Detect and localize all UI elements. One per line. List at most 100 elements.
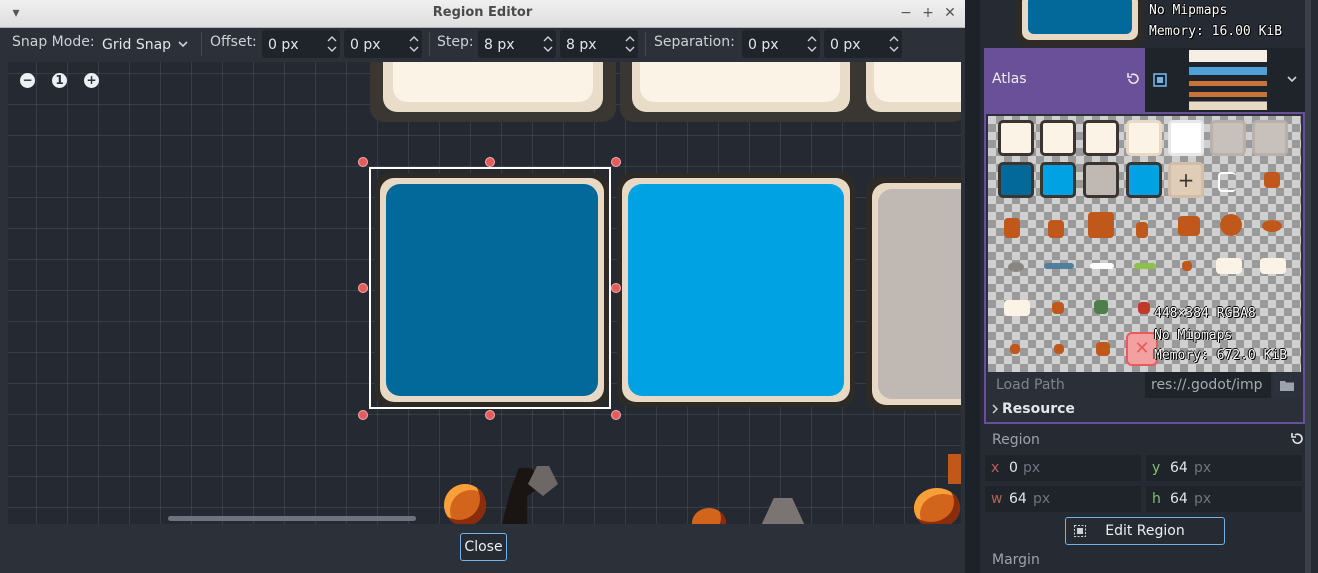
atlas-thumbnail: [1189, 50, 1267, 110]
resize-handle-top-left[interactable]: [359, 158, 367, 166]
maximize-button[interactable]: +: [918, 3, 938, 23]
load-path-field[interactable]: res://.godot/imp: [1145, 372, 1271, 398]
spin-arrows-icon[interactable]: [543, 34, 553, 54]
window-titlebar[interactable]: ▾ Region Editor − + ✕: [0, 0, 965, 28]
spin-arrows-icon[interactable]: [889, 34, 899, 54]
resource-section-header[interactable]: Resource: [992, 401, 1075, 417]
region-h-label: h: [1152, 491, 1161, 507]
region-w-field[interactable]: w 64 px: [985, 486, 1141, 512]
window-title: Region Editor: [432, 5, 533, 20]
region-y-unit: px: [1194, 460, 1212, 476]
load-path-browse-button[interactable]: [1273, 372, 1301, 398]
zoom-out-button[interactable]: −: [20, 73, 35, 88]
spin-arrows-icon[interactable]: [807, 34, 817, 54]
revert-icon[interactable]: [1126, 72, 1140, 86]
atlas-resource-picker[interactable]: [1145, 48, 1305, 112]
inspector-scrollbar[interactable]: [1305, 0, 1311, 573]
tile-cream-face: [640, 62, 840, 102]
atlas-tile: [1040, 120, 1076, 156]
resize-handle-top-right[interactable]: [612, 158, 620, 166]
region-selection-rect[interactable]: [369, 167, 611, 409]
atlas-mipmaps-text: No Mipmaps: [1154, 328, 1233, 343]
plus-icon: +: [1168, 162, 1204, 198]
step-x-value: 8 px: [484, 37, 515, 53]
region-y-field[interactable]: y 64 px: [1146, 455, 1302, 481]
offset-y-field[interactable]: 0 px: [344, 30, 422, 58]
spin-arrows-icon[interactable]: [409, 34, 419, 54]
atlas-tile: [1210, 120, 1246, 156]
separation-y-field[interactable]: 0 px: [824, 30, 902, 58]
atlas-tile: [1040, 162, 1076, 198]
toolbar-separator: [645, 32, 646, 56]
region-y-label: y: [1152, 460, 1161, 476]
bar-sprite: [1044, 263, 1074, 269]
offset-x-value: 0 px: [268, 37, 299, 53]
resource-label: Resource: [1002, 401, 1075, 417]
resize-handle-bottom[interactable]: [486, 411, 494, 419]
character-sprite: [1004, 218, 1020, 238]
region-label: Region: [992, 432, 1040, 448]
load-path-label: Load Path: [996, 377, 1065, 393]
zoom-reset-button[interactable]: 1: [52, 73, 67, 88]
separation-x-value: 0 px: [748, 37, 779, 53]
step-x-field[interactable]: 8 px: [478, 30, 556, 58]
fire-sprite: [444, 484, 486, 524]
zoom-in-button[interactable]: +: [84, 73, 99, 88]
double-arrow-sprite: [1260, 258, 1286, 274]
dock-splitter[interactable]: [966, 0, 978, 573]
region-canvas[interactable]: − 1 +: [8, 62, 961, 524]
character-group-sprite: [1088, 212, 1114, 238]
snap-mode-label: Snap Mode:: [12, 34, 95, 50]
region-y-value: 64: [1170, 460, 1188, 476]
step-y-field[interactable]: 8 px: [560, 30, 638, 58]
separation-x-field[interactable]: 0 px: [742, 30, 820, 58]
atlas-tile: [1083, 162, 1119, 198]
item-sprite: [1052, 302, 1064, 314]
atlas-texture-icon: [1153, 73, 1167, 87]
offset-x-field[interactable]: 0 px: [262, 30, 340, 58]
chevron-down-icon[interactable]: [1287, 76, 1297, 83]
region-w-value: 64: [1009, 491, 1027, 507]
horizontal-scrollbar[interactable]: [168, 516, 416, 521]
resize-handle-left[interactable]: [359, 284, 367, 292]
region-x-field[interactable]: x 0 px: [985, 455, 1141, 481]
snap-mode-select[interactable]: Grid Snap: [96, 30, 194, 58]
region-w-label: w: [991, 491, 1003, 507]
arrow-sprite: [1216, 258, 1242, 274]
edit-region-label: Edit Region: [1105, 523, 1185, 539]
item-sprite: [1094, 300, 1108, 314]
toolbar-separator: [201, 32, 202, 56]
eye-sprite: [1008, 262, 1024, 272]
chevron-down-icon: [178, 41, 188, 48]
revert-icon[interactable]: [1290, 432, 1304, 446]
rock-sprite: [760, 498, 806, 524]
resize-handle-top[interactable]: [486, 158, 494, 166]
close-window-button[interactable]: ✕: [940, 3, 960, 23]
atlas-tile: [1252, 120, 1288, 156]
fire-sprite: [914, 488, 960, 524]
region-h-field[interactable]: h 64 px: [1146, 486, 1302, 512]
minimize-button[interactable]: −: [896, 3, 916, 23]
atlas-texture-preview[interactable]: + ✕ 448×384 RGBA8 No Mipmaps Memory: 672…: [988, 116, 1301, 372]
region-editor-dialog: ▾ Region Editor − + ✕ Snap Mode: Grid Sn…: [0, 0, 965, 573]
region-h-value: 64: [1170, 491, 1188, 507]
resize-handle-right[interactable]: [612, 284, 620, 292]
tile-grey: [878, 189, 961, 399]
toolbar-separator: [429, 32, 430, 56]
resize-handle-bottom-left[interactable]: [359, 411, 367, 419]
close-button[interactable]: Close: [460, 533, 507, 561]
character-sprite: [1048, 220, 1064, 238]
tile-cream-face: [393, 62, 593, 102]
atlas-tile: [1168, 120, 1204, 156]
folder-icon: [1280, 381, 1294, 391]
tile-cream-face: [874, 62, 961, 102]
step-y-value: 8 px: [566, 37, 597, 53]
spin-arrows-icon[interactable]: [327, 34, 337, 54]
spin-arrows-icon[interactable]: [625, 34, 635, 54]
gear-sprite: [1220, 214, 1242, 236]
edit-region-button[interactable]: Edit Region: [1065, 517, 1225, 545]
atlas-property-row[interactable]: Atlas: [984, 48, 1305, 112]
resize-handle-bottom-right[interactable]: [612, 411, 620, 419]
region-x-unit: px: [1023, 460, 1041, 476]
separation-y-value: 0 px: [830, 37, 861, 53]
